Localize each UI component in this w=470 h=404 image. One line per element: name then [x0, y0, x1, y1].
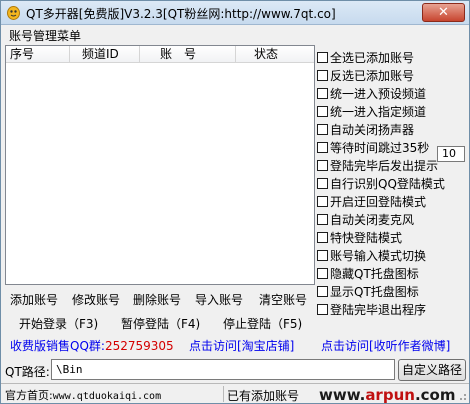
- checkbox[interactable]: [317, 141, 328, 153]
- option-show-tray[interactable]: 显示QT托盘图标: [317, 282, 419, 300]
- column-header-channel-id[interactable]: 频道ID: [70, 46, 140, 63]
- window-title: QT多开器[免费版]V3.2.3[QT粉丝网:http://www.7qt.co…: [26, 7, 336, 21]
- watermark-part: arpun: [365, 386, 415, 404]
- checkbox[interactable]: [317, 177, 328, 189]
- option-label: 开启迂回登陆模式: [330, 194, 427, 209]
- options-panel: 全选已添加账号 反选已添加账号 统一进入预设频道 统一进入指定频道 自动关闭扬声…: [317, 45, 467, 317]
- checkbox[interactable]: [317, 195, 328, 207]
- option-label: 自动关闭扬声器: [330, 122, 415, 137]
- option-preset-channel[interactable]: 统一进入预设频道: [317, 84, 426, 102]
- option-label: 账号输入模式切换: [330, 248, 427, 263]
- option-close-mic[interactable]: 自动关闭麦克风: [317, 210, 414, 228]
- checkbox[interactable]: [317, 105, 328, 117]
- checkbox[interactable]: [317, 249, 328, 261]
- sales-qq-link[interactable]: 收费版销售QQ群:252759305: [10, 337, 174, 354]
- option-input-mode[interactable]: 账号输入模式切换: [317, 246, 426, 264]
- accounts-table[interactable]: 序号 频道ID 账 号 状态: [5, 45, 315, 285]
- checkbox[interactable]: [317, 159, 328, 171]
- pause-login-button[interactable]: 暂停登陆（F4): [121, 315, 200, 332]
- taobao-link[interactable]: 点击访问[淘宝店铺]: [189, 337, 294, 354]
- option-label: 自动关闭麦克风: [330, 212, 415, 227]
- option-invert-select[interactable]: 反选已添加账号: [317, 66, 414, 84]
- option-close-speaker[interactable]: 自动关闭扬声器: [317, 120, 414, 138]
- column-header-status[interactable]: 状态: [236, 46, 314, 63]
- homepage-label: 官方首页:: [5, 389, 53, 402]
- option-hide-tray[interactable]: 隐藏QT托盘图标: [317, 264, 419, 282]
- option-skip-wait[interactable]: 等待时间跳过35秒: [317, 138, 429, 156]
- weibo-link[interactable]: 点击访问[收听作者微博]: [321, 337, 450, 354]
- table-header: 序号 频道ID 账 号 状态: [6, 46, 314, 63]
- add-account-button[interactable]: 添加账号: [10, 291, 58, 308]
- option-label: 统一进入预设频道: [330, 86, 427, 101]
- option-label: 显示QT托盘图标: [330, 284, 419, 299]
- column-header-account[interactable]: 账 号: [140, 46, 236, 63]
- option-label: 登陆完毕退出程序: [330, 302, 427, 317]
- option-label: 全选已添加账号: [330, 50, 415, 65]
- checkbox[interactable]: [317, 123, 328, 135]
- option-label: 特快登陆模式: [330, 230, 403, 245]
- option-label: 登陆完毕后发出提示: [330, 158, 439, 173]
- homepage-link[interactable]: 官方首页:www.qtduokaiqi.com: [5, 387, 161, 403]
- app-logo-icon: [7, 6, 20, 20]
- option-select-all[interactable]: 全选已添加账号: [317, 48, 414, 66]
- option-label: 自行识别QQ登陆模式: [330, 176, 445, 191]
- watermark-logo: www.arpun.com: [319, 386, 455, 404]
- channel-number-input[interactable]: 10: [437, 146, 465, 162]
- custom-path-button[interactable]: 自定义路径: [398, 359, 466, 381]
- resize-grip-icon[interactable]: [457, 391, 467, 401]
- checkbox[interactable]: [317, 51, 328, 63]
- stop-login-button[interactable]: 停止登陆（F5): [223, 315, 302, 332]
- account-menu-label[interactable]: 账号管理菜单: [9, 27, 81, 44]
- main-window: QT多开器[免费版]V3.2.3[QT粉丝网:http://www.7qt.co…: [0, 0, 470, 404]
- option-label: 隐藏QT托盘图标: [330, 266, 419, 281]
- checkbox[interactable]: [317, 231, 328, 243]
- option-auto-detect-qq[interactable]: 自行识别QQ登陆模式: [317, 174, 445, 192]
- option-fast-login[interactable]: 特快登陆模式: [317, 228, 402, 246]
- checkbox[interactable]: [317, 303, 328, 315]
- close-button[interactable]: ✕: [422, 3, 465, 22]
- checkbox[interactable]: [317, 69, 328, 81]
- edit-account-button[interactable]: 修改账号: [72, 291, 120, 308]
- watermark-part: .com: [414, 386, 456, 404]
- start-login-button[interactable]: 开始登录（F3): [19, 315, 98, 332]
- homepage-url: www.qtduokaiqi.com: [52, 391, 162, 402]
- checkbox[interactable]: [317, 213, 328, 225]
- column-header-index[interactable]: 序号: [6, 46, 70, 63]
- title-bar: QT多开器[免费版]V3.2.3[QT粉丝网:http://www.7qt.co…: [1, 1, 469, 25]
- qt-path-label: QT路径:: [5, 365, 50, 379]
- option-exit-after[interactable]: 登陆完毕退出程序: [317, 300, 426, 318]
- checkbox[interactable]: [317, 285, 328, 297]
- added-accounts-status: 已有添加账号: [227, 389, 300, 403]
- option-notify-done[interactable]: 登陆完毕后发出提示: [317, 156, 438, 174]
- option-detour-login[interactable]: 开启迂回登陆模式: [317, 192, 426, 210]
- option-label: 统一进入指定频道: [330, 104, 427, 119]
- watermark-part: www.: [319, 386, 366, 404]
- import-account-button[interactable]: 导入账号: [195, 291, 243, 308]
- status-divider: [223, 386, 224, 402]
- clear-account-button[interactable]: 清空账号: [259, 291, 307, 308]
- sales-qq-number: 252759305: [104, 339, 174, 353]
- option-specified-channel[interactable]: 统一进入指定频道: [317, 102, 426, 120]
- option-label: 反选已添加账号: [330, 68, 415, 83]
- sales-qq-label: 收费版销售QQ群:: [10, 339, 105, 353]
- checkbox[interactable]: [317, 87, 328, 99]
- delete-account-button[interactable]: 删除账号: [133, 291, 181, 308]
- option-label: 等待时间跳过35秒: [330, 140, 430, 155]
- qt-path-input[interactable]: \Bin: [51, 359, 395, 380]
- checkbox[interactable]: [317, 267, 328, 279]
